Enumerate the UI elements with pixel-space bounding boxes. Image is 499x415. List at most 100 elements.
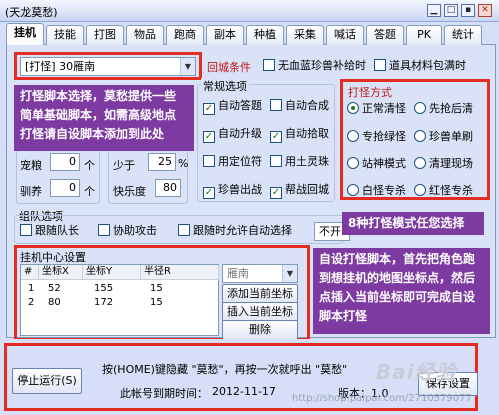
checkbox-icon[interactable] (203, 155, 215, 167)
map-select[interactable]: 雁南 ▼ (222, 264, 298, 283)
table-header[interactable]: # (21, 265, 39, 280)
check-auto-compose[interactable]: 自动合成 (270, 99, 329, 114)
tab-quiz[interactable]: 答题 (366, 25, 404, 45)
check-use-locator[interactable]: 用定位符 (203, 155, 262, 170)
pet-food-label: 宠粮 (20, 159, 42, 172)
checkbox-icon[interactable]: ✓ (270, 131, 282, 143)
hide-hint: 按(HOME)键隐藏 "莫愁"，再按一次就呼出 "莫愁" (102, 363, 348, 376)
radio-stand-god[interactable]: 站神模式 (347, 157, 406, 172)
tab-map[interactable]: 打图 (86, 25, 124, 45)
checkbox-icon[interactable] (263, 59, 275, 71)
radio-pet-solo[interactable]: 珍兽单刷 (414, 130, 473, 145)
radio-icon[interactable] (347, 157, 359, 169)
check-label: 帮战回城 (285, 183, 329, 196)
tab-trade[interactable]: 跑商 (166, 25, 204, 45)
radio-grab-then-clear[interactable]: 先抢后清 (414, 102, 473, 117)
check-follow-auto-select[interactable]: 跟随时允许自动选择 (178, 224, 292, 239)
radio-icon[interactable] (414, 130, 426, 142)
insert-coord-button[interactable]: 插入当前坐标 (222, 302, 298, 322)
coords-table[interactable]: # 坐标X 坐标Y 半径R 1 52 155 15 2 80 172 15 (20, 264, 219, 336)
pet-food-unit: 个 (84, 159, 95, 172)
check-assist-attack[interactable]: 协助攻击 (98, 224, 157, 239)
checkbox-icon[interactable] (20, 224, 32, 236)
script-select[interactable]: [打怪] 30雁南 ▼ (20, 57, 196, 76)
tab-gather[interactable]: 采集 (286, 25, 324, 45)
script-tip-note: 打怪脚本选择，莫愁提供一些 简单基础脚本，如需高级地点 打怪请自设脚本添加到此处 (14, 85, 194, 151)
check-auto-pickup[interactable]: ✓ 自动拾取 (270, 127, 329, 143)
checkbox-icon[interactable]: ✓ (203, 103, 215, 115)
settings-icon[interactable]: ▪ (461, 4, 475, 17)
tab-skills[interactable]: 技能 (46, 25, 84, 45)
delete-coord-button[interactable]: 删除 (222, 320, 298, 340)
checkbox-icon[interactable] (374, 59, 386, 71)
checkbox-icon[interactable]: ✓ (203, 131, 215, 143)
checkbox-icon[interactable] (270, 155, 282, 167)
radio-label: 珍兽单刷 (429, 130, 473, 143)
less-than-label: 少于 (113, 159, 135, 172)
radio-normal-clear[interactable]: 正常清怪 (347, 102, 406, 117)
check-label: 道具材料包满时 (389, 59, 466, 72)
chevron-down-icon[interactable]: ▼ (180, 58, 195, 75)
restore-icon[interactable]: □ (444, 4, 458, 17)
title-bar[interactable]: (天龙莫愁) ▁ □ ▪ ✕ (0, 0, 499, 22)
radio-red-only[interactable]: 红怪专杀 (414, 184, 473, 199)
city-condition-label: 回城条件 (207, 61, 251, 74)
close-icon[interactable]: ✕ (478, 4, 492, 17)
table-cell[interactable]: 1 (25, 282, 34, 296)
table-cell[interactable]: 80 (45, 296, 61, 310)
happiness-input[interactable]: 80 (155, 179, 181, 197)
radio-icon[interactable] (347, 102, 359, 114)
radio-green-only[interactable]: 专抢绿怪 (347, 130, 406, 145)
tame-input[interactable]: 0 (50, 179, 80, 197)
tab-stats[interactable]: 统计 (444, 25, 482, 45)
table-cell[interactable]: 15 (147, 282, 163, 296)
table-header[interactable]: 坐标Y (83, 265, 141, 280)
tab-items[interactable]: 物品 (126, 25, 164, 45)
radio-icon[interactable] (414, 184, 426, 196)
note-line: 打怪脚本选择，莫愁提供一些 (20, 89, 177, 103)
checkbox-icon[interactable] (98, 224, 110, 236)
less-than-input[interactable]: 25 (148, 153, 176, 171)
check-label: 珍兽出战 (218, 183, 262, 196)
radio-icon[interactable] (347, 184, 359, 196)
tab-guaji[interactable]: 挂机 (6, 23, 44, 46)
radio-white-only[interactable]: 白怪专杀 (347, 184, 406, 199)
table-cell[interactable]: 155 (91, 282, 113, 296)
chevron-down-icon[interactable]: ▼ (282, 265, 297, 282)
check-bag-full[interactable]: 道具材料包满时 (374, 59, 466, 74)
table-header[interactable]: 半径R (141, 265, 219, 280)
add-coord-button[interactable]: 添加当前坐标 (222, 284, 298, 304)
tab-bar: 挂机 技能 打图 物品 跑商 副本 种植 采集 喊话 答题 PK 统计 (6, 23, 496, 46)
checkbox-icon[interactable]: ✓ (270, 187, 282, 199)
tab-pk[interactable]: PK (406, 25, 442, 45)
check-no-pet-supply[interactable]: 无血蓝珍兽补给时 (263, 59, 366, 74)
minimize-icon[interactable]: ▁ (427, 4, 441, 17)
tab-dungeon[interactable]: 副本 (206, 25, 244, 45)
window-title: (天龙莫愁) (5, 6, 58, 19)
check-pet-battle[interactable]: ✓ 珍兽出战 (203, 183, 262, 199)
check-guild-war-return[interactable]: ✓ 帮战回城 (270, 183, 329, 199)
radio-icon[interactable] (414, 157, 426, 169)
check-auto-levelup[interactable]: ✓ 自动升级 (203, 127, 262, 143)
check-use-earth-bead[interactable]: 用土灵珠 (270, 155, 329, 170)
checkbox-icon[interactable] (178, 224, 190, 236)
table-cell[interactable]: 52 (45, 282, 61, 296)
checkbox-icon[interactable] (270, 99, 282, 111)
stop-run-button[interactable]: 停止运行(S) (12, 368, 82, 394)
table-cell[interactable]: 15 (147, 296, 163, 310)
tab-planting[interactable]: 种植 (246, 25, 284, 45)
pet-food-input[interactable]: 0 (50, 153, 80, 171)
tab-shout[interactable]: 喊话 (326, 25, 364, 45)
check-follow-leader[interactable]: 跟随队长 (20, 224, 79, 239)
check-auto-quiz[interactable]: ✓ 自动答题 (203, 99, 262, 115)
table-cell[interactable]: 172 (91, 296, 113, 310)
table-cell[interactable]: 2 (25, 296, 34, 310)
radio-clean-scene[interactable]: 清理现场 (414, 157, 473, 172)
check-label: 跟随时允许自动选择 (193, 224, 292, 237)
table-header[interactable]: 坐标X (39, 265, 83, 280)
radio-icon[interactable] (414, 102, 426, 114)
checkbox-icon[interactable]: ✓ (203, 187, 215, 199)
radio-label: 清理现场 (429, 157, 473, 170)
tame-label: 驯养 (20, 185, 42, 198)
radio-icon[interactable] (347, 130, 359, 142)
